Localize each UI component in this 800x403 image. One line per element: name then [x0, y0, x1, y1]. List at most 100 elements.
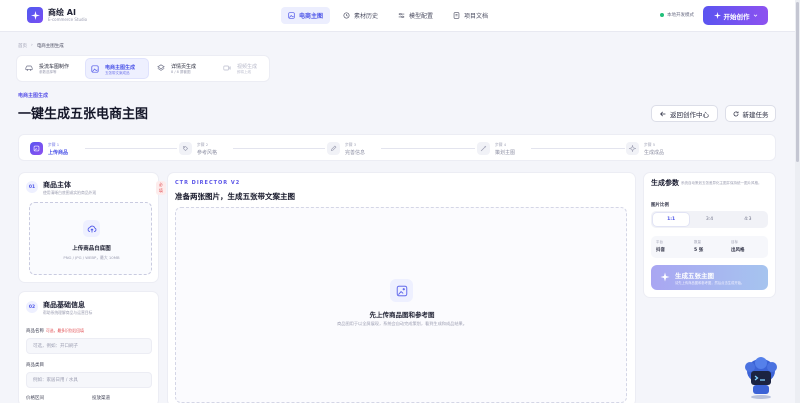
tab-subtitle: 五张带文案成品	[105, 71, 130, 75]
step-number: 步骤 4	[495, 142, 507, 147]
breadcrumb-current: 电商主图生成	[36, 44, 64, 49]
app-logo-icon[interactable]	[27, 7, 43, 23]
ratio-option-3-4[interactable]: 3:4	[691, 213, 727, 226]
product-info-card: 02 商品基础信息 帮助系统理解商品与运营目标 商品名称 可选，最多识别后回填 可…	[18, 291, 159, 403]
ratio-label: 图片比例	[651, 203, 669, 208]
pencil-icon	[327, 142, 340, 155]
step-number: 步骤 5	[644, 142, 656, 147]
page-eyebrow: 电商主图生成	[18, 93, 49, 99]
tab-ad-car-image[interactable]: 投流车图制作 参数选择等	[20, 58, 82, 79]
ratio-option-4-3[interactable]: 4:3	[730, 213, 766, 226]
sparkle-icon	[660, 272, 670, 282]
wand-icon	[477, 142, 490, 155]
generate-button-hint: 请先上传商品图和参考图，然后点击生成开始。	[675, 281, 745, 285]
price-range-label: 价格区间	[26, 396, 44, 401]
nav-item-model-config[interactable]: 模型配置	[391, 7, 440, 24]
nav-item-label: 电商主图	[299, 13, 324, 20]
step-connector	[85, 148, 177, 149]
book-icon	[453, 12, 460, 19]
product-category-input[interactable]: 例如：家居日用 / 水具	[26, 372, 152, 388]
step-connector	[233, 148, 325, 149]
params-title: 生成参数	[651, 179, 679, 187]
field-hint: 可选，最多识别后回填	[46, 328, 84, 333]
channel-label: 投放渠道	[92, 396, 110, 401]
meta-key: 数量	[694, 240, 701, 244]
product-category-label: 商品类目	[26, 363, 44, 368]
step-number: 步骤 2	[197, 142, 209, 147]
arrow-left-icon	[660, 111, 666, 116]
tab-detail-page[interactable]: 详情页生成 8 / 8 屏套图	[152, 58, 214, 79]
start-creating-label: 开始创作	[723, 12, 750, 21]
product-name-input[interactable]: 可选，例如：开口刷子	[26, 338, 152, 354]
director-eyebrow: CTR DIRECTOR V2	[175, 180, 241, 186]
start-creating-button[interactable]: 开始创作	[703, 6, 768, 25]
upload-title: 上传商品白底图	[72, 246, 111, 252]
params-summary: 平台 抖音 数量 5 张 目标 出风格	[651, 236, 768, 258]
upload-hint: PNG / JPG / WEBP，最大 10MB	[63, 255, 120, 260]
card-subtitle: 帮助系统理解商品与运营目标	[43, 310, 93, 315]
step-label: 策划主图	[495, 150, 516, 156]
generate-five-images-button[interactable]: 生成五张主图 请先上传商品图和参考图，然后点击生成开始。	[651, 265, 768, 290]
tab-title: 投流车图制作	[39, 64, 70, 70]
step-connector	[531, 148, 625, 149]
nav-item-label: 模型配置	[409, 13, 434, 20]
nav-item-docs[interactable]: 项目文档	[446, 7, 495, 24]
meta-count: 数量 5 张	[694, 240, 703, 253]
nav-item-main-image[interactable]: 电商主图	[281, 7, 331, 24]
breadcrumb-separator: ›	[31, 43, 33, 48]
car-icon	[25, 65, 33, 71]
step-label: 完善信息	[345, 150, 366, 156]
product-subject-card: 01 商品主体 使用清晰白底图或实拍商品外观 必填 上传商品白底图 PNG / …	[18, 172, 166, 283]
card-subtitle: 使用清晰白底图或实拍商品外观	[43, 190, 97, 195]
dev-mode-indicator: 本地开发模式	[660, 12, 694, 18]
card-title: 商品基础信息	[43, 301, 85, 309]
chevron-down-icon	[753, 14, 757, 17]
meta-value: 抖音	[656, 248, 665, 253]
sliders-icon	[398, 12, 405, 19]
step-label: 生成成品	[644, 150, 665, 156]
tab-title: 视频生成	[237, 64, 258, 70]
new-task-button[interactable]: 新建任务	[725, 105, 776, 122]
sparkle-icon	[713, 12, 721, 19]
dev-mode-label: 本地开发模式	[667, 13, 694, 18]
sparkle-icon	[626, 142, 639, 155]
tab-main-image-gen[interactable]: 电商主图生成 五张带文案成品	[85, 58, 149, 79]
image-icon	[288, 12, 295, 19]
director-title: 准备两张图片，生成五张带文案主图	[175, 192, 295, 201]
nav-item-label: 素材历史	[354, 13, 379, 20]
empty-state-title: 先上传商品图和参考图	[369, 311, 435, 319]
preview-empty-state: 先上传商品图和参考图 商品图用于以全屏展现，系统会自动完成策划，看到生成和成品结…	[175, 207, 627, 403]
ratio-option-1-1[interactable]: 1:1	[653, 213, 690, 226]
meta-platform: 平台 抖音	[656, 240, 665, 253]
product-image-upload[interactable]: 上传商品白底图 PNG / JPG / WEBP，最大 10MB	[29, 202, 152, 275]
back-button-label: 返回创作中心	[670, 110, 709, 119]
required-badge: 必填	[156, 181, 166, 195]
meta-value: 出风格	[731, 248, 745, 253]
nav-item-label: 项目文档	[464, 13, 489, 20]
tab-video-gen: 视频生成 即将上线	[218, 58, 268, 79]
section-number-badge: 01	[26, 181, 38, 193]
meta-key: 目标	[731, 240, 738, 244]
tab-subtitle: 即将上线	[237, 70, 251, 74]
nav-item-history[interactable]: 素材历史	[336, 7, 385, 24]
scrollbar-thumb[interactable]	[796, 2, 799, 162]
palette-icon	[179, 142, 192, 155]
assistant-bot-icon[interactable]	[744, 357, 778, 399]
image-icon	[91, 65, 99, 73]
tool-tabs: 投流车图制作 参数选择等 电商主图生成 五张带文案成品 详情页生成 8 / 8 …	[16, 55, 270, 82]
aspect-ratio-selector: 1:1 3:4 4:3	[651, 211, 768, 228]
step-number: 步骤 3	[345, 142, 357, 147]
meta-value: 5 张	[694, 248, 704, 253]
tab-title: 电商主图生成	[105, 65, 136, 71]
tab-subtitle: 参数选择等	[39, 70, 57, 74]
params-description: 系统自动策划五张差异化主图并保持统一图片风格。	[681, 181, 762, 185]
back-to-center-button[interactable]: 返回创作中心	[651, 105, 718, 122]
generate-button-label: 生成五张主图	[675, 272, 714, 280]
meta-goal: 目标 出风格	[731, 240, 745, 253]
image-plus-icon	[390, 279, 413, 302]
breadcrumb-home[interactable]: 首页	[18, 43, 27, 49]
step-label: 参考风格	[197, 150, 218, 156]
empty-state-subtitle: 商品图用于以全屏展现，系统会自动完成策划，看到生成和成品结果。	[337, 321, 467, 326]
app-subtitle: E-commerce Studio	[48, 17, 88, 22]
page-title: 一键生成五张电商主图	[18, 107, 149, 122]
